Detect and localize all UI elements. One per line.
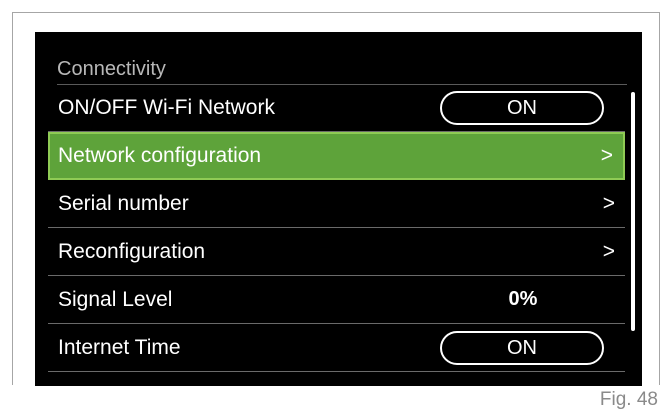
- wifi-toggle[interactable]: ON: [440, 91, 604, 125]
- menu-header: Connectivity: [57, 56, 627, 85]
- chevron-right-icon: >: [602, 191, 615, 215]
- scrollbar-thumb[interactable]: [631, 92, 635, 331]
- row-signal-level: Signal Level 0%: [48, 276, 625, 324]
- figure-caption: Fig. 48: [599, 389, 658, 410]
- row-reconfiguration[interactable]: Reconfiguration >: [48, 228, 625, 276]
- row-label: Reconfiguration: [58, 239, 206, 263]
- device-screen: Connectivity ON/OFF Wi-Fi Network ON Net…: [35, 32, 642, 386]
- row-network-configuration[interactable]: Network configuration >: [48, 132, 625, 180]
- row-serial-number[interactable]: Serial number >: [48, 180, 625, 228]
- row-internet-time[interactable]: Internet Time ON: [48, 324, 625, 372]
- signal-level-value: 0%: [508, 288, 538, 310]
- row-wifi-network[interactable]: ON/OFF Wi-Fi Network ON: [48, 84, 625, 132]
- row-label: Network configuration: [58, 144, 262, 167]
- chevron-right-icon: >: [600, 144, 613, 167]
- scrollbar[interactable]: [631, 92, 635, 331]
- chevron-right-icon: >: [602, 239, 615, 263]
- row-label: Serial number: [58, 191, 189, 215]
- internet-time-toggle[interactable]: ON: [440, 331, 604, 365]
